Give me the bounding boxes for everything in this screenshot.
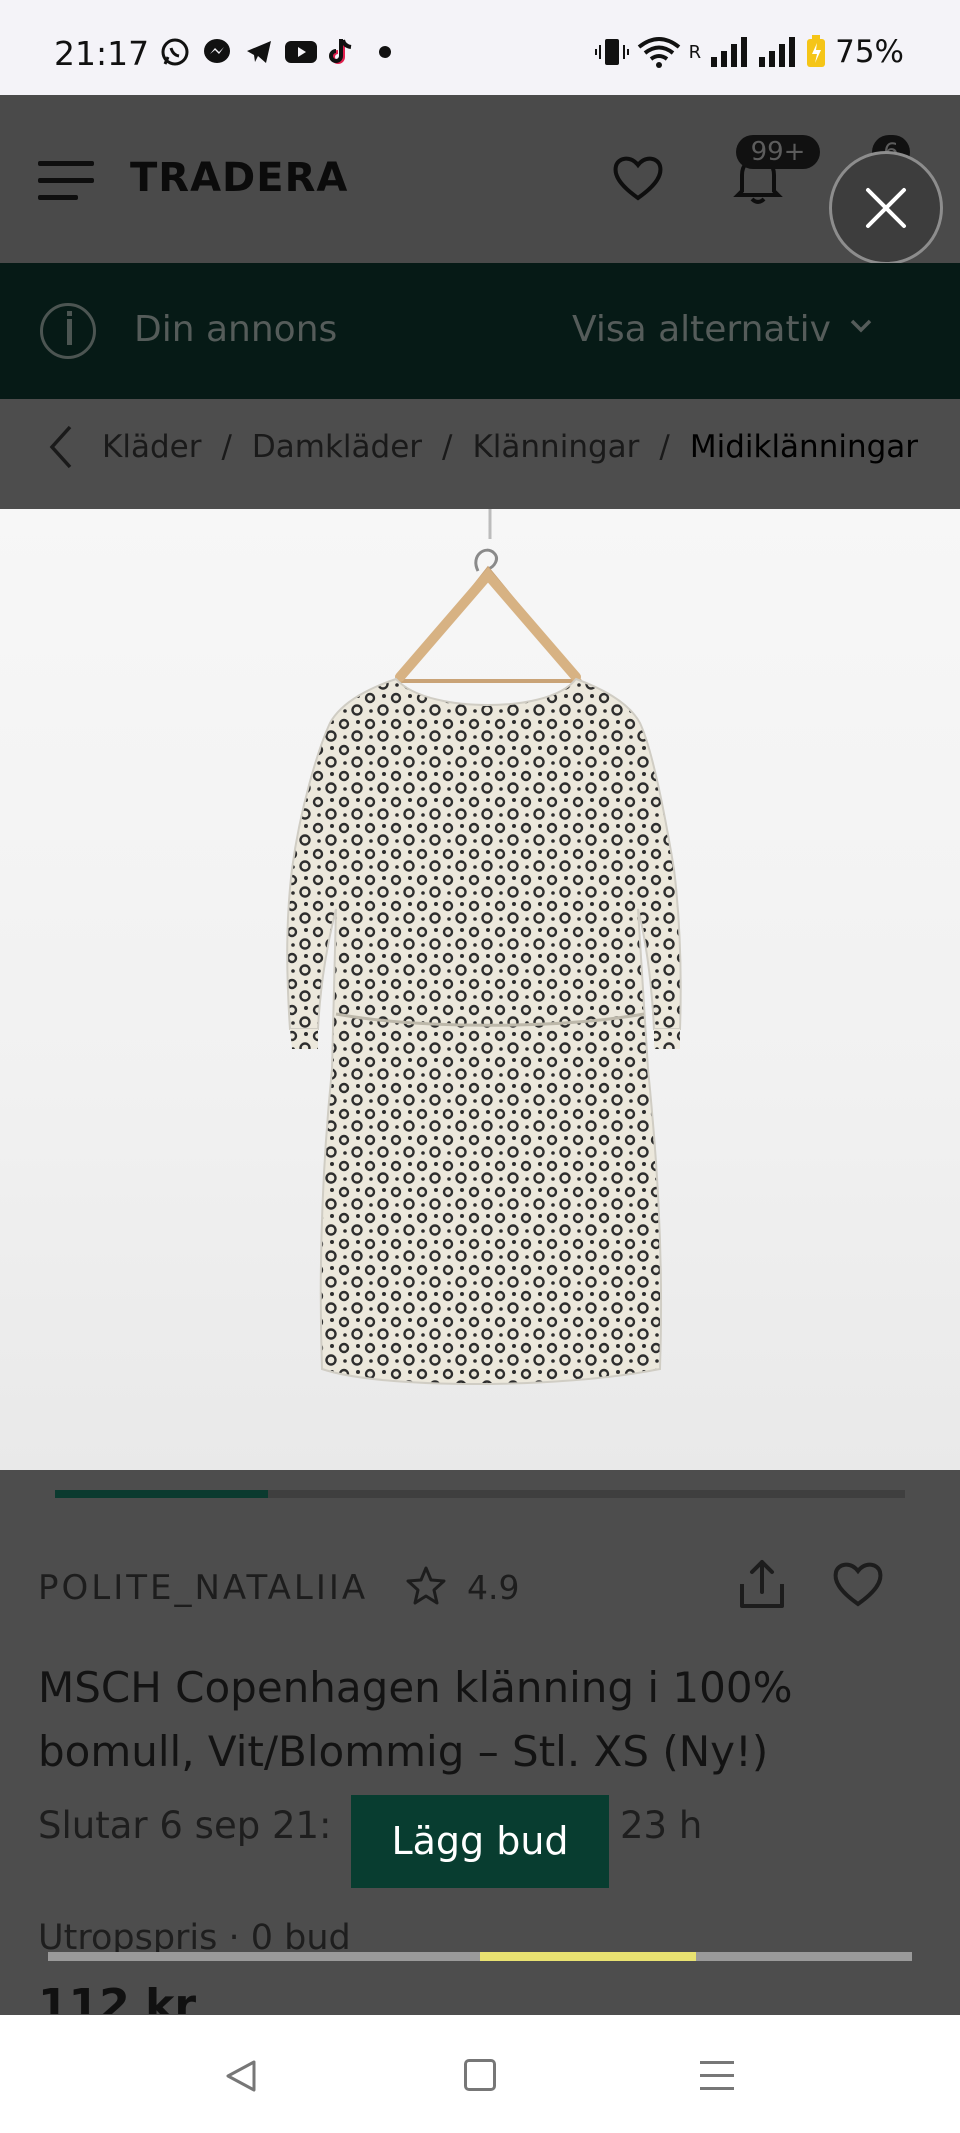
- breadcrumb-trail: Kläder / Damkläder / Klänningar / Midikl…: [102, 429, 918, 465]
- wifi-icon: [637, 37, 680, 68]
- home-icon[interactable]: [464, 2059, 496, 2091]
- battery-percent: 75%: [835, 34, 904, 70]
- place-bid-button[interactable]: Lägg bud: [351, 1795, 609, 1888]
- system-nav-bar: [0, 2015, 960, 2133]
- close-icon: [866, 188, 906, 228]
- close-overlay-button[interactable]: [829, 151, 943, 265]
- seller-rating: 4.9: [467, 1568, 520, 1607]
- signal-icon-2: [759, 37, 796, 67]
- listing-title: MSCH Copenhagen klänning i 100% bomull, …: [38, 1663, 793, 1776]
- show-options-button[interactable]: Visa alternativ: [572, 309, 831, 350]
- info-icon: [40, 303, 96, 359]
- breadcrumb-separator: /: [442, 429, 453, 465]
- telegram-icon: [242, 36, 276, 68]
- back-icon[interactable]: [224, 2058, 258, 2094]
- breadcrumb-item-midiklanningar[interactable]: Midiklänningar: [690, 429, 918, 465]
- notifications-badge: 99+: [736, 135, 820, 169]
- chevron-left-icon[interactable]: [46, 423, 76, 471]
- hamburger-menu-icon[interactable]: [38, 161, 94, 201]
- gallery-progress-fill: [55, 1490, 268, 1498]
- breadcrumb-item-damklader[interactable]: Damkläder: [252, 429, 422, 465]
- your-listing-bar: Din annons Visa alternativ: [0, 263, 960, 399]
- starting-price-label: Utropspris · 0 bud: [38, 1918, 351, 1952]
- breadcrumb-item-klanningar[interactable]: Klänningar: [472, 429, 639, 465]
- product-photo[interactable]: [0, 509, 960, 1470]
- seller-name[interactable]: POLITE_NATALIIA: [38, 1568, 368, 1608]
- whatsapp-icon: [158, 36, 192, 68]
- listing-ends-suffix: 23 h: [620, 1804, 703, 1847]
- messenger-icon: [200, 36, 234, 68]
- network-label: R: [688, 41, 702, 63]
- listing-price: 112 kr: [38, 1980, 197, 2014]
- status-time: 21:17: [54, 34, 150, 73]
- dot-icon: [368, 36, 402, 68]
- breadcrumb-separator: /: [659, 429, 670, 465]
- app-header: TRADERA 99+ 6: [0, 95, 960, 263]
- breadcrumb-item-klader[interactable]: Kläder: [102, 429, 201, 465]
- vibrate-icon: [594, 39, 629, 65]
- battery-icon: [807, 35, 826, 67]
- favorite-heart-icon[interactable]: [830, 1556, 886, 1612]
- youtube-icon: [284, 36, 318, 68]
- tradera-logo[interactable]: TRADERA: [130, 155, 348, 201]
- status-app-icons: [158, 36, 402, 68]
- star-icon: [406, 1566, 446, 1605]
- listing-ends-prefix: Slutar 6 sep 21:: [38, 1804, 332, 1847]
- favorites-heart-icon[interactable]: [610, 150, 666, 206]
- scroll-indicator-thumb: [480, 1952, 696, 1961]
- breadcrumb: Kläder / Damkläder / Klänningar / Midikl…: [0, 399, 960, 495]
- recent-apps-icon[interactable]: [700, 2061, 734, 2091]
- gallery-progress: [55, 1490, 905, 1498]
- status-bar: 21:17 R 75%: [0, 0, 960, 95]
- tiktok-icon: [326, 36, 360, 68]
- status-indicators: R 75%: [594, 34, 904, 70]
- chevron-down-icon[interactable]: [850, 315, 872, 337]
- breadcrumb-separator: /: [221, 429, 232, 465]
- share-icon[interactable]: [736, 1556, 788, 1612]
- scroll-indicator: [48, 1952, 912, 1961]
- signal-icon: [711, 37, 748, 67]
- your-listing-label: Din annons: [134, 309, 338, 350]
- dress-image: [286, 509, 682, 1385]
